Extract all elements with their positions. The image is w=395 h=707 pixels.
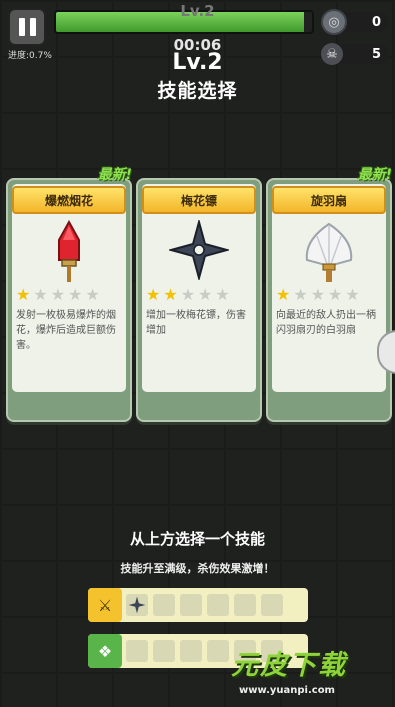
star-filled-icon: ★ <box>163 285 178 304</box>
star-filled-icon: ★ <box>16 285 31 304</box>
watermark-url: www.yuanpi.com <box>239 685 335 696</box>
weapon-slot <box>153 594 175 616</box>
star-rating: ★ ★ ★ ★ ★ <box>276 287 360 303</box>
weapon-slot <box>126 594 148 616</box>
skill-card-shuriken[interactable]: 梅花镖 ★ ★ ★ ★ ★ 增加一枚梅花镖，伤害增加 <box>136 178 262 422</box>
star-empty-icon: ★ <box>198 285 213 304</box>
watermark-title: 元皮下载 <box>231 650 347 681</box>
star-empty-icon: ★ <box>215 285 230 304</box>
coin-counter: ◎ 0 <box>321 9 389 35</box>
weapon-slots: ⚔ <box>88 588 308 622</box>
skill-name: 梅花镖 <box>142 186 256 214</box>
star-empty-icon: ★ <box>345 285 360 304</box>
coin-icon: ◎ <box>321 9 347 35</box>
star-empty-icon: ★ <box>310 285 326 304</box>
star-filled-icon: ★ <box>276 285 291 304</box>
skill-name: 爆燃烟花 <box>12 186 126 214</box>
star-empty-icon: ★ <box>293 285 308 304</box>
skill-name: 旋羽扇 <box>272 186 386 214</box>
star-empty-icon: ★ <box>85 285 100 304</box>
coin-count: 0 <box>371 14 381 30</box>
star-empty-icon: ★ <box>33 285 48 304</box>
skill-card-firework[interactable]: 最新! 爆燃烟花 ★ ★ ★ ★ ★ 发射一枚极易爆炸的烟花，爆炸后造成巨额伤害。 <box>6 167 132 422</box>
passive-slot <box>207 640 229 662</box>
skill-description: 增加一枚梅花镖，伤害增加 <box>146 310 246 336</box>
weapon-slot <box>234 594 256 616</box>
shuriken-icon <box>138 220 260 284</box>
level-title: Lv.2 <box>172 50 223 75</box>
skill-description: 发射一枚极易爆炸的烟花，爆炸后造成巨额伤害。 <box>16 310 116 351</box>
star-empty-icon: ★ <box>50 285 66 304</box>
passive-slot <box>153 640 175 662</box>
weapon-slot <box>261 594 283 616</box>
pause-icon <box>18 18 25 36</box>
skill-description: 向最近的敌人扔出一柄闪羽扇刃的白羽扇 <box>276 310 376 336</box>
weapon-slot-icon: ⚔ <box>88 588 122 622</box>
passive-slot-icon: ❖ <box>88 634 122 668</box>
new-tag: 最新! <box>357 167 392 183</box>
passive-slot <box>126 640 148 662</box>
page-title: 技能选择 <box>157 80 238 102</box>
star-empty-icon: ★ <box>328 285 343 304</box>
star-filled-icon: ★ <box>146 285 161 304</box>
star-rating: ★ ★ ★ ★ ★ <box>146 287 230 303</box>
feather-fan-icon <box>268 220 390 284</box>
star-rating: ★ ★ ★ ★ ★ <box>16 287 100 303</box>
site-watermark: 元皮下载 www.yuanpi.com <box>231 641 391 703</box>
weapon-slot <box>180 594 202 616</box>
choose-subtitle: 技能升至满级，杀伤效果激增！ <box>120 562 275 575</box>
new-tag: 最新! <box>97 167 132 183</box>
passive-slot <box>180 640 202 662</box>
weapon-slot <box>207 594 229 616</box>
firework-rocket-icon <box>8 220 130 284</box>
star-empty-icon: ★ <box>180 285 196 304</box>
choose-title: 从上方选择一个技能 <box>129 530 265 548</box>
skill-card-feather-fan[interactable]: 最新! 旋羽扇 ★ ★ ★ ★ ★ 向最近的敌人扔出一柄闪羽扇刃的白羽扇 <box>266 167 392 422</box>
shuriken-icon <box>128 596 146 614</box>
star-empty-icon: ★ <box>68 285 83 304</box>
